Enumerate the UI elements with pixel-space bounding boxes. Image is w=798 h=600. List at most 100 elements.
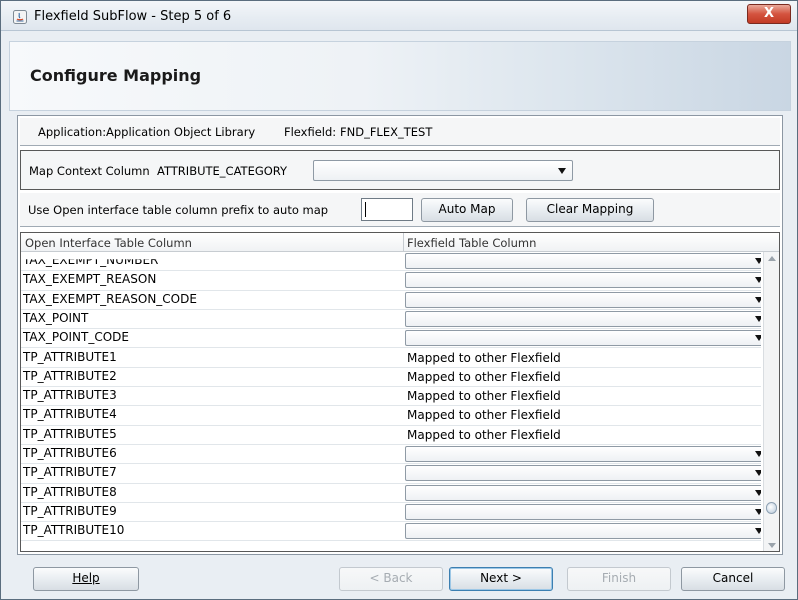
table-row[interactable]: TP_ATTRIBUTE3 Mapped to other Flexfield [21, 387, 761, 407]
table-row[interactable]: TP_ATTRIBUTE1 Mapped to other Flexfield [21, 349, 761, 368]
table-row[interactable]: TP_ATTRIBUTE10 [21, 522, 761, 542]
clear-mapping-button-label: Clear Mapping [546, 202, 634, 216]
open-interface-column-cell: TP_ATTRIBUTE3 [23, 388, 117, 403]
help-button[interactable]: Help [33, 567, 139, 591]
auto-map-button[interactable]: Auto Map [421, 198, 513, 222]
auto-map-label: Use Open interface table column prefix t… [28, 203, 329, 217]
window-title: Flexfield SubFlow - Step 5 of 6 [34, 9, 232, 24]
text-caret [365, 202, 366, 217]
title-bar[interactable]: Flexfield SubFlow - Step 5 of 6 X [1, 1, 797, 31]
open-interface-column-cell: TP_ATTRIBUTE5 [23, 426, 117, 441]
column-header-flexfield[interactable]: Flexfield Table Column [407, 236, 536, 250]
table-row[interactable]: TAX_EXEMPT_REASON [21, 271, 761, 291]
table-row[interactable]: TP_ATTRIBUTE7 [21, 464, 761, 484]
table-row[interactable]: TP_ATTRIBUTE4 Mapped to other Flexfield [21, 406, 761, 426]
open-interface-column-cell: TAX_POINT [23, 310, 89, 325]
open-interface-column-cell: TAX_EXEMPT_NUMBER [23, 253, 159, 267]
table-header: Open Interface Table Column Flexfield Ta… [21, 233, 779, 252]
close-icon: X [763, 6, 775, 21]
cancel-button-label: Cancel [712, 571, 754, 585]
flexfield-mapping-cell: Mapped to other Flexfield [407, 408, 561, 423]
context-label: Map Context Column [29, 164, 150, 178]
table-row[interactable]: TP_ATTRIBUTE8 [21, 484, 761, 503]
header-divider[interactable] [403, 233, 404, 252]
application-value: Application Object Library [106, 125, 256, 139]
scroll-up-icon[interactable] [768, 256, 776, 261]
table-body: TAX_EXEMPT_NUMBER TAX_EXEMPT_REASON TAX_EX… [21, 252, 761, 551]
open-interface-column-cell: TAX_POINT_CODE [23, 330, 130, 345]
chevron-down-icon [755, 258, 761, 264]
open-interface-column-cell: TAX_EXEMPT_REASON_CODE [23, 291, 197, 306]
wizard-window: Flexfield SubFlow - Step 5 of 6 X Config… [0, 0, 798, 600]
context-column-row: Map Context Column ATTRIBUTE_CATEGORY [20, 150, 780, 190]
flexfield-column-select[interactable] [405, 272, 761, 289]
open-interface-column-cell: TP_ATTRIBUTE7 [23, 465, 117, 480]
flexfield-column-select[interactable] [405, 253, 761, 269]
info-row: Application: Application Object Library … [20, 118, 780, 146]
table-row[interactable]: TAX_EXEMPT_NUMBER [21, 252, 761, 272]
open-interface-column-cell: TP_ATTRIBUTE6 [23, 446, 117, 460]
open-interface-column-cell: TP_ATTRIBUTE1 [23, 349, 117, 364]
chevron-down-icon [755, 451, 761, 457]
table-row[interactable]: TP_ATTRIBUTE6 [21, 445, 761, 465]
chevron-down-icon [755, 277, 761, 284]
flexfield-column-select[interactable] [405, 523, 761, 540]
flexfield-column-select[interactable] [405, 503, 761, 520]
mapping-panel: Application: Application Object Library … [17, 115, 783, 555]
column-header-open-interface[interactable]: Open Interface Table Column [25, 236, 192, 250]
auto-map-button-label: Auto Map [438, 202, 496, 216]
cancel-button[interactable]: Cancel [681, 567, 785, 591]
close-button[interactable]: X [747, 4, 791, 24]
chevron-down-icon [755, 296, 761, 303]
flexfield-column-select[interactable] [405, 465, 761, 482]
finish-button-label: Finish [601, 571, 637, 585]
open-interface-column-cell: TP_ATTRIBUTE8 [23, 484, 117, 499]
table-row[interactable]: TP_ATTRIBUTE2 Mapped to other Flexfield [21, 368, 761, 388]
table-row[interactable]: TAX_POINT [21, 310, 761, 330]
table-row[interactable]: TAX_EXEMPT_REASON_CODE [21, 291, 761, 310]
flexfield-mapping-cell: Mapped to other Flexfield [407, 350, 561, 365]
next-button-label: Next > [480, 571, 522, 585]
scroll-down-icon[interactable] [768, 543, 776, 548]
open-interface-column-cell: TP_ATTRIBUTE10 [23, 523, 125, 538]
finish-button[interactable]: Finish [567, 567, 671, 591]
table-row[interactable]: TP_ATTRIBUTE5 Mapped to other Flexfield [21, 426, 761, 445]
page-title: Configure Mapping [30, 66, 202, 85]
back-button-label: < Back [369, 571, 413, 585]
chevron-down-icon [755, 528, 761, 535]
chevron-down-icon [558, 167, 566, 174]
context-column-select[interactable] [313, 160, 573, 181]
open-interface-column-cell: TP_ATTRIBUTE4 [23, 407, 117, 422]
clear-mapping-button[interactable]: Clear Mapping [526, 198, 654, 222]
next-button[interactable]: Next > [449, 567, 553, 591]
flexfield-column-select[interactable] [405, 291, 761, 308]
chevron-down-icon [755, 508, 761, 515]
flexfield-mapping-cell: Mapped to other Flexfield [407, 369, 561, 384]
table-row[interactable]: TAX_POINT_CODE [21, 329, 761, 349]
flexfield-label: Flexfield: [284, 125, 337, 139]
back-button[interactable]: < Back [339, 567, 443, 591]
flexfield-value: FND_FLEX_TEST [340, 125, 433, 139]
table-scrollbar[interactable] [763, 252, 779, 551]
open-interface-column-cell: TAX_EXEMPT_REASON [23, 272, 157, 287]
open-interface-column-cell: TP_ATTRIBUTE2 [23, 368, 117, 383]
flexfield-column-select[interactable] [405, 330, 761, 347]
help-button-label: Help [72, 571, 100, 585]
flexfield-mapping-cell: Mapped to other Flexfield [407, 427, 561, 442]
flexfield-column-select[interactable] [405, 446, 761, 462]
mapping-table: Open Interface Table Column Flexfield Ta… [20, 232, 780, 552]
java-app-icon [13, 10, 27, 24]
application-label: Application: [38, 125, 107, 139]
flexfield-column-select[interactable] [405, 310, 761, 327]
flexfield-column-select[interactable] [405, 484, 761, 501]
open-interface-column-cell: TP_ATTRIBUTE9 [23, 503, 117, 518]
prefix-input[interactable] [361, 198, 413, 221]
table-row[interactable]: TP_ATTRIBUTE9 [21, 503, 761, 523]
context-column-name: ATTRIBUTE_CATEGORY [156, 164, 288, 178]
auto-map-row: Use Open interface table column prefix t… [20, 193, 780, 227]
wizard-header: Configure Mapping [9, 41, 791, 111]
chevron-down-icon [755, 335, 761, 342]
chevron-down-icon [755, 489, 761, 496]
scroll-thumb[interactable] [766, 502, 777, 514]
chevron-down-icon [755, 470, 761, 477]
